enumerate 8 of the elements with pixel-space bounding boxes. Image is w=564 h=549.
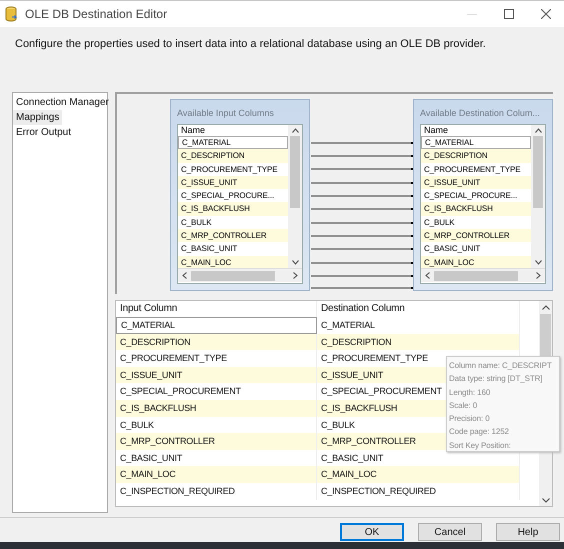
- panel-title: Available Input Columns: [177, 107, 275, 120]
- description-text: Configure the properties used to insert data into a relational database using an OLE DB provider.: [14, 37, 487, 52]
- tooltip-text: Sort Key Position:: [449, 440, 512, 451]
- column-header: Destination Column: [317, 301, 520, 317]
- tooltip-text: Scale: 0: [449, 400, 478, 412]
- tooltip-text: Length: 160: [449, 386, 492, 399]
- panel-title: Available Destination Colum...: [420, 107, 541, 120]
- window-title: OLE DB Destination Editor: [25, 7, 168, 21]
